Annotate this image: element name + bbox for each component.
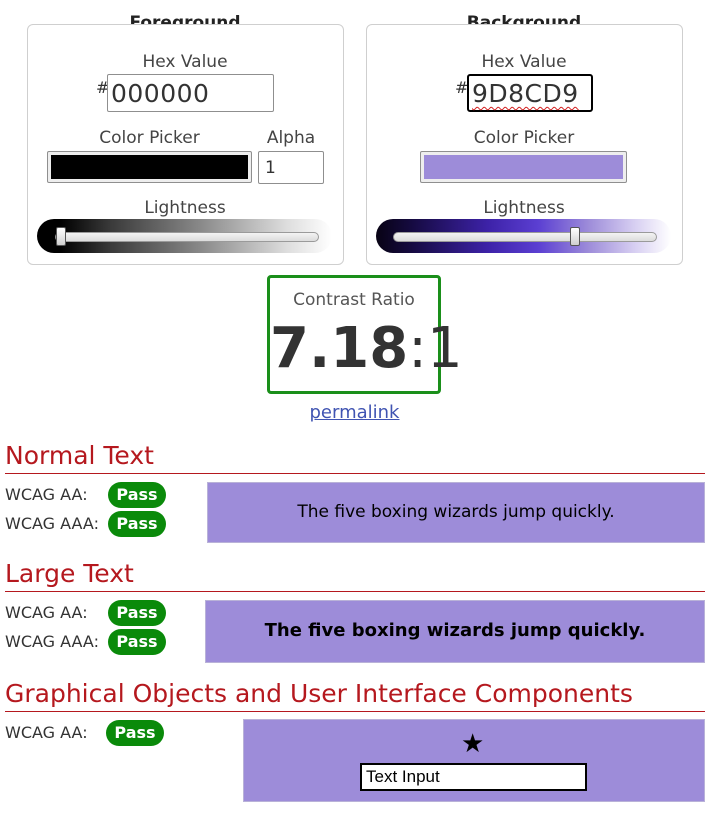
large-aa-badge: Pass [108, 600, 166, 626]
normal-text-sample: The five boxing wizards jump quickly. [207, 482, 705, 543]
sample-text-input[interactable]: Text Input [360, 763, 587, 791]
graphical-aa-badge: Pass [106, 720, 164, 746]
normal-aaa-badge: Pass [108, 511, 166, 537]
normal-text-divider [5, 473, 705, 474]
large-text-heading: Large Text [5, 559, 134, 588]
large-text-divider [5, 591, 705, 592]
foreground-alpha-label: Alpha [266, 128, 316, 148]
foreground-lightness-track[interactable] [55, 232, 319, 242]
star-icon: ★ [461, 729, 485, 759]
normal-text-heading: Normal Text [5, 441, 154, 470]
normal-aa-label: WCAG AA: [5, 485, 88, 504]
foreground-picker-label: Color Picker [99, 128, 200, 148]
foreground-lightness-label: Lightness [144, 198, 226, 218]
contrast-ratio-value: 7.18:1 [270, 316, 463, 381]
large-text-sample: The five boxing wizards jump quickly. [205, 600, 705, 663]
background-hex-label: Hex Value [481, 52, 567, 72]
background-swatch [424, 155, 623, 179]
graphical-heading: Graphical Objects and User Interface Com… [5, 679, 633, 708]
normal-sample-text: The five boxing wizards jump quickly. [297, 502, 615, 522]
permalink-link[interactable]: permalink [0, 402, 709, 423]
contrast-ratio-suffix: 1 [427, 316, 463, 381]
large-aa-label: WCAG AA: [5, 603, 88, 622]
graphical-divider [5, 711, 705, 712]
foreground-hex-input[interactable]: 000000 [107, 74, 274, 112]
foreground-color-picker[interactable] [47, 151, 252, 183]
contrast-ratio-label: Contrast Ratio [293, 290, 415, 310]
foreground-swatch [51, 155, 248, 179]
background-lightness-label: Lightness [483, 198, 565, 218]
contrast-ratio-box: Contrast Ratio 7.18:1 [267, 275, 463, 394]
normal-aaa-label: WCAG AAA: [5, 514, 99, 533]
contrast-ratio-separator: : [408, 316, 428, 381]
background-hex-text: 9D8CD9 [472, 79, 579, 108]
foreground-alpha-input[interactable]: 1 [258, 151, 324, 184]
normal-aa-badge: Pass [108, 482, 166, 508]
background-picker-label: Color Picker [473, 128, 575, 148]
background-lightness-thumb[interactable] [570, 227, 581, 246]
graphical-aa-label: WCAG AA: [5, 723, 88, 742]
large-aaa-badge: Pass [108, 629, 166, 655]
background-color-picker[interactable] [420, 151, 627, 183]
foreground-hex-label: Hex Value [142, 52, 228, 72]
large-sample-text: The five boxing wizards jump quickly. [264, 620, 646, 641]
background-lightness-track[interactable] [393, 232, 657, 242]
contrast-ratio-number: 7.18 [270, 316, 409, 381]
large-aaa-label: WCAG AAA: [5, 632, 99, 651]
foreground-lightness-thumb[interactable] [56, 227, 66, 246]
background-hex-input[interactable]: 9D8CD9 [467, 74, 593, 112]
